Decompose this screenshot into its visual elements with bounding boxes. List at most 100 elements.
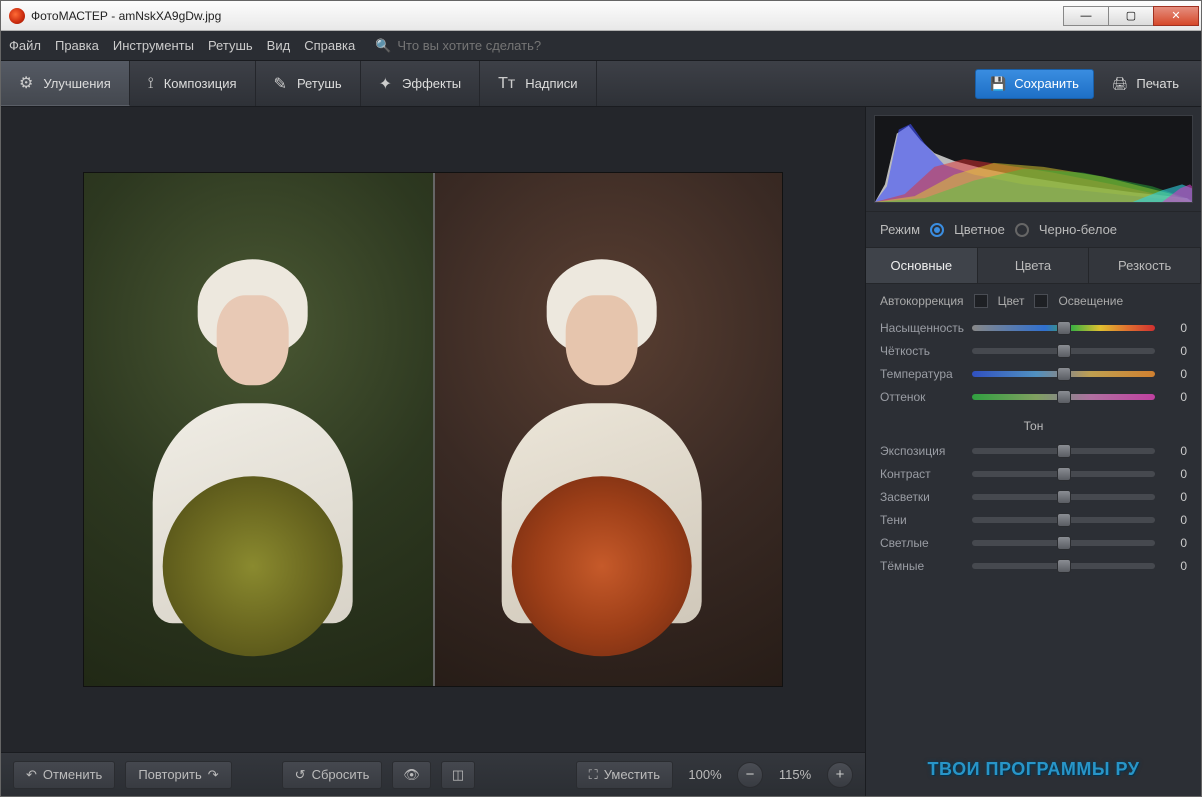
watermark: ТВОИ ПРОГРАММЫ РУ (866, 747, 1201, 796)
whites-slider[interactable] (972, 540, 1155, 546)
mode-color-label[interactable]: Цветное (954, 222, 1005, 237)
close-button[interactable]: ✕ (1153, 6, 1199, 26)
zoom-100[interactable]: 100% (683, 767, 727, 782)
tab-enhance[interactable]: ⚙ Улучшения (1, 61, 130, 106)
compare-toggle-button[interactable]: ◫ (441, 761, 475, 789)
reset-button[interactable]: ↺Сбросить (282, 761, 383, 789)
proptab-sharp[interactable]: Резкость (1089, 248, 1201, 283)
image-after (433, 173, 782, 686)
tint-value: 0 (1163, 390, 1187, 404)
mode-label: Режим (880, 222, 920, 237)
search-icon: 🔍 (375, 38, 391, 54)
contrast-slider[interactable] (972, 471, 1155, 477)
exposure-slider[interactable] (972, 448, 1155, 454)
radio-color[interactable] (930, 223, 944, 237)
save-button[interactable]: 💾 Сохранить (975, 69, 1094, 99)
search-input[interactable] (397, 38, 597, 53)
bottombar: ↶Отменить Повторить ↷ ↺Сбросить 👁 ◫ ⛶ Умес… (1, 752, 865, 796)
whites-value: 0 (1163, 536, 1187, 550)
checkbox-color[interactable] (974, 294, 988, 308)
blacks-label: Тёмные (880, 559, 964, 573)
saturation-label: Насыщенность (880, 321, 964, 335)
saturation-value: 0 (1163, 321, 1187, 335)
tab-enhance-label: Улучшения (43, 76, 110, 91)
autocorr-light-label[interactable]: Освещение (1058, 294, 1123, 308)
reset-icon: ↺ (295, 767, 306, 783)
sliders-icon: ⚙ (19, 73, 33, 93)
menu-file[interactable]: Файл (9, 38, 41, 53)
toolbar: ⚙Улучшения ⟟Композиция ✎Ретушь ✦Эффекты … (1, 61, 1201, 107)
temperature-slider[interactable] (972, 371, 1155, 377)
menu-edit[interactable]: Правка (55, 38, 99, 53)
undo-label: Отменить (43, 767, 102, 782)
side-panel: Режим Цветное Черно-белое Основные Цвета… (865, 107, 1201, 796)
tab-composition[interactable]: ⟟ Композиция (130, 61, 256, 106)
tab-retouch[interactable]: ✎ Ретушь (256, 61, 361, 106)
eye-icon: 👁 (403, 767, 420, 783)
highlights-value: 0 (1163, 490, 1187, 504)
clarity-slider[interactable] (972, 348, 1155, 354)
tab-retouch-label: Ретушь (297, 76, 342, 91)
maximize-button[interactable]: ▢ (1108, 6, 1154, 26)
proptab-colors[interactable]: Цвета (978, 248, 1090, 283)
clarity-label: Чёткость (880, 344, 964, 358)
print-label: Печать (1136, 76, 1179, 91)
menubar: Файл Правка Инструменты Ретушь Вид Справ… (1, 31, 1201, 61)
tab-effects[interactable]: ✦Эффекты (361, 61, 481, 106)
tab-captions[interactable]: TᴛНадписи (480, 61, 596, 106)
preview-toggle-button[interactable]: 👁 (392, 761, 431, 789)
props-panel: Автокоррекция Цвет Освещение Насыщенност… (866, 284, 1201, 583)
minimize-button[interactable]: — (1063, 6, 1109, 26)
proptab-basic[interactable]: Основные (866, 248, 978, 283)
fit-label: Уместить (604, 767, 660, 782)
clarity-value: 0 (1163, 344, 1187, 358)
fit-icon: ⛶ (589, 767, 598, 783)
crop-icon: ⟟ (148, 75, 154, 93)
compare-icon: ◫ (452, 767, 464, 783)
menu-tools[interactable]: Инструменты (113, 38, 194, 53)
highlights-slider[interactable] (972, 494, 1155, 500)
saturation-slider[interactable] (972, 325, 1155, 331)
menu-help[interactable]: Справка (304, 38, 355, 53)
image-before (84, 173, 433, 686)
autocorr-label: Автокоррекция (880, 294, 964, 308)
histogram (874, 115, 1193, 203)
whites-label: Светлые (880, 536, 964, 550)
canvas-area: ↶Отменить Повторить ↷ ↺Сбросить 👁 ◫ ⛶ Умес… (1, 107, 865, 796)
window-title: ФотоМАСТЕР - amNskXA9gDw.jpg (31, 9, 1064, 23)
canvas-viewport[interactable] (1, 107, 865, 752)
mode-bw-label[interactable]: Черно-белое (1039, 222, 1117, 237)
prop-tabs: Основные Цвета Резкость (866, 248, 1201, 284)
redo-button[interactable]: Повторить ↷ (125, 761, 231, 789)
compare-divider[interactable] (433, 173, 435, 686)
save-label: Сохранить (1014, 76, 1079, 91)
shadows-slider[interactable] (972, 517, 1155, 523)
radio-bw[interactable] (1015, 223, 1029, 237)
brush-icon: ✎ (274, 74, 287, 94)
exposure-label: Экспозиция (880, 444, 964, 458)
menu-view[interactable]: Вид (267, 38, 291, 53)
autocorr-color-label[interactable]: Цвет (998, 294, 1025, 308)
print-button[interactable]: 🖨Печать (1102, 70, 1189, 98)
blacks-value: 0 (1163, 559, 1187, 573)
tone-title: Тон (880, 419, 1187, 433)
redo-label: Повторить (138, 767, 201, 782)
app-icon (9, 8, 25, 24)
save-icon: 💾 (990, 76, 1006, 92)
fit-button[interactable]: ⛶ Уместить (576, 761, 673, 789)
zoom-in-button[interactable]: + (827, 762, 853, 788)
shadows-label: Тени (880, 513, 964, 527)
temperature-value: 0 (1163, 367, 1187, 381)
app-window: ФотоМАСТЕР - amNskXA9gDw.jpg — ▢ ✕ Файл … (0, 0, 1202, 797)
blacks-slider[interactable] (972, 563, 1155, 569)
tab-composition-label: Композиция (164, 76, 237, 91)
menu-retouch[interactable]: Ретушь (208, 38, 253, 53)
zoom-out-button[interactable]: − (737, 762, 763, 788)
tint-slider[interactable] (972, 394, 1155, 400)
wand-icon: ✦ (379, 74, 392, 94)
undo-button[interactable]: ↶Отменить (13, 761, 115, 789)
checkbox-light[interactable] (1034, 294, 1048, 308)
temperature-label: Температура (880, 367, 964, 381)
redo-icon: ↷ (208, 767, 219, 783)
shadows-value: 0 (1163, 513, 1187, 527)
